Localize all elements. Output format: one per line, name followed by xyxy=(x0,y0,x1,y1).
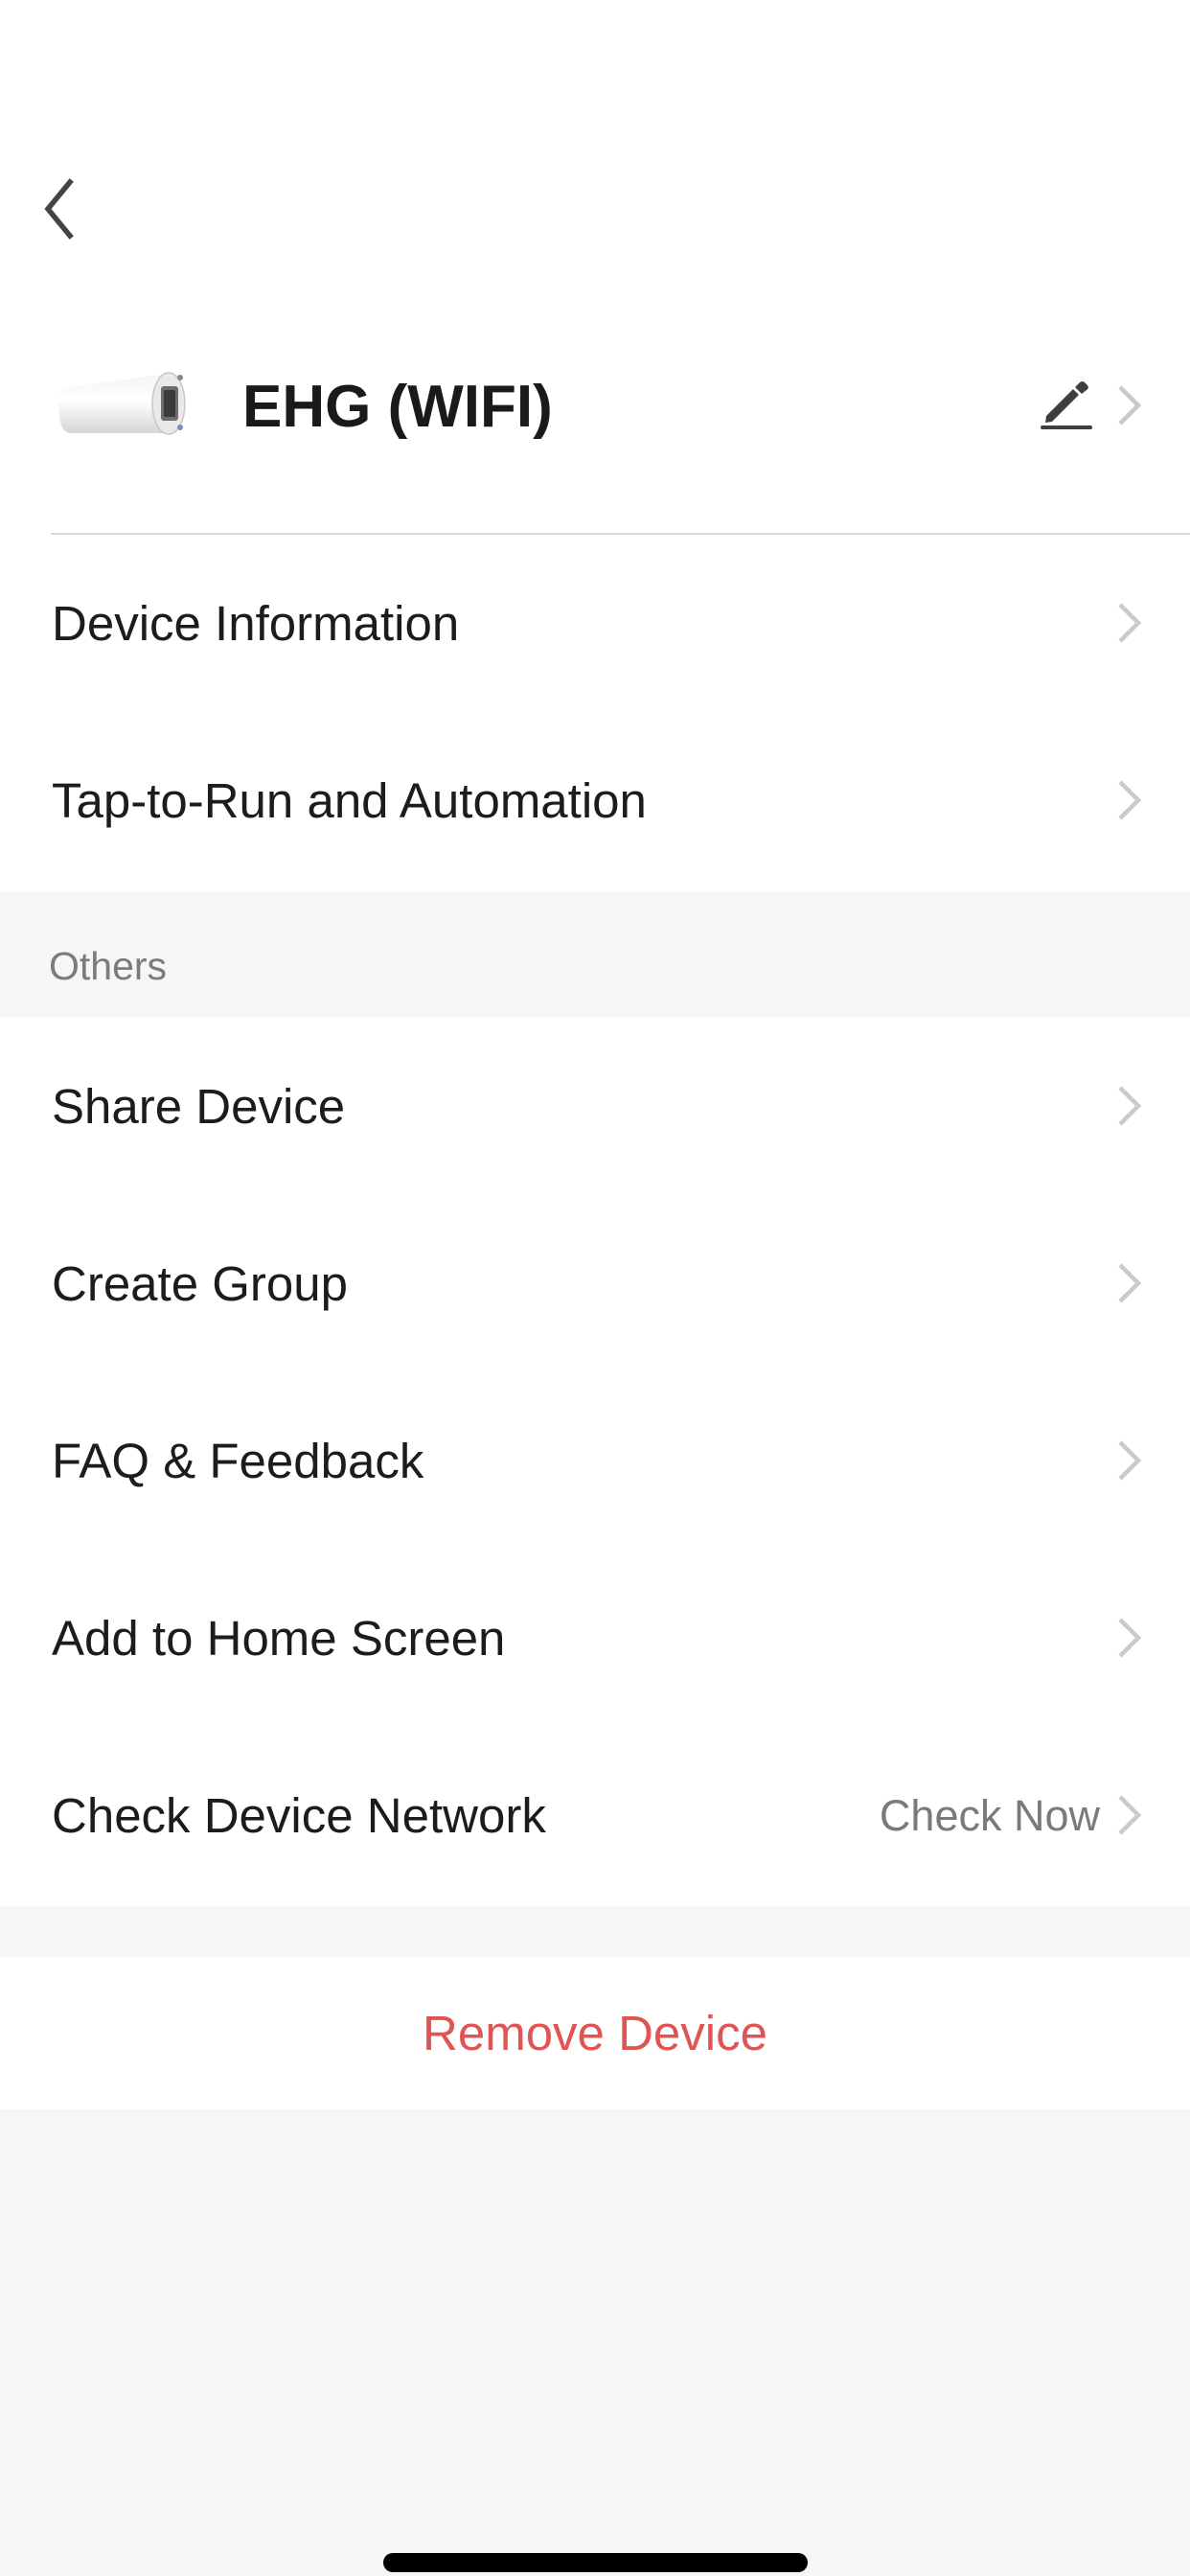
list-item-device-information[interactable]: Device Information xyxy=(0,535,1190,712)
chevron-right-icon xyxy=(1118,385,1142,426)
list-item-share-device[interactable]: Share Device xyxy=(0,1018,1190,1195)
list-item-label: Tap-to-Run and Automation xyxy=(52,773,647,828)
check-now-value: Check Now xyxy=(879,1791,1100,1840)
chevron-left-icon xyxy=(44,178,74,240)
list-item-label: Create Group xyxy=(52,1256,348,1311)
list-item-create-group[interactable]: Create Group xyxy=(0,1195,1190,1372)
device-settings-main-section: EHG (WIFI) Device Information Tap-to-Run… xyxy=(0,0,1190,891)
back-button[interactable] xyxy=(29,168,96,249)
home-indicator[interactable] xyxy=(383,2553,808,2572)
list-item-label: Add to Home Screen xyxy=(52,1611,506,1666)
chevron-right-icon xyxy=(1118,780,1142,820)
remove-device-button[interactable]: Remove Device xyxy=(0,1957,1190,2109)
list-item-label: Share Device xyxy=(52,1079,346,1134)
section-header-others: Others xyxy=(0,891,1190,1018)
list-item-label: Check Device Network xyxy=(52,1788,546,1843)
chevron-right-icon xyxy=(1118,1086,1142,1126)
chevron-right-icon xyxy=(1118,1618,1142,1658)
list-item-faq-feedback[interactable]: FAQ & Feedback xyxy=(0,1372,1190,1550)
remove-device-label: Remove Device xyxy=(423,2006,767,2060)
chevron-right-icon xyxy=(1118,1440,1142,1481)
device-header-row[interactable]: EHG (WIFI) xyxy=(0,355,1190,460)
device-name: EHG (WIFI) xyxy=(242,374,553,440)
chevron-right-icon xyxy=(1118,1795,1142,1835)
list-item-check-device-network[interactable]: Check Device Network Check Now xyxy=(0,1727,1190,1904)
water-heater-device-image xyxy=(58,372,186,435)
list-item-label: FAQ & Feedback xyxy=(52,1434,424,1488)
list-item-label: Device Information xyxy=(52,596,460,651)
list-item-tap-to-run-and-automation[interactable]: Tap-to-Run and Automation xyxy=(0,712,1190,889)
list-item-add-to-home-screen[interactable]: Add to Home Screen xyxy=(0,1550,1190,1727)
others-section: Share Device Create Group FAQ & Feedback… xyxy=(0,1018,1190,1906)
chevron-right-icon xyxy=(1118,603,1142,643)
pencil-icon[interactable] xyxy=(1039,380,1094,429)
chevron-right-icon xyxy=(1118,1263,1142,1303)
